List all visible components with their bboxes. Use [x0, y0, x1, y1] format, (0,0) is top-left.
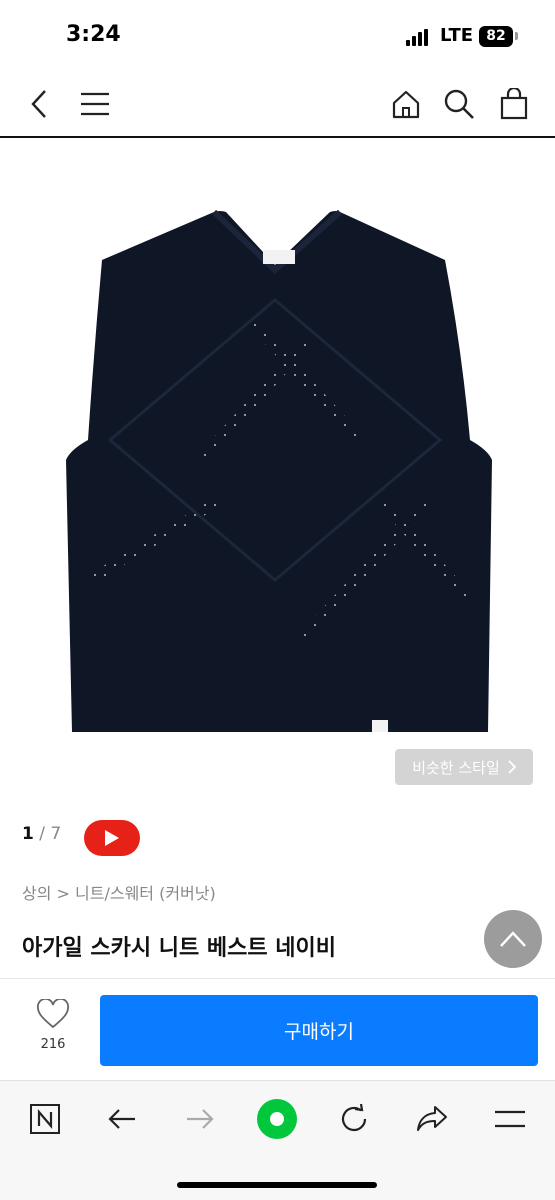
breadcrumb[interactable]: 상의 > 니트/스웨터 (커버낫) — [22, 880, 216, 904]
product-title: 아가일 스카시 니트 베스트 네이비 — [22, 936, 336, 961]
vest-illustration — [66, 209, 492, 732]
like-count: 216 — [40, 1037, 66, 1052]
purchase-bar: 216 구매하기 — [0, 978, 555, 1080]
chevron-right-icon — [508, 760, 516, 774]
play-icon — [105, 830, 119, 846]
home-icon[interactable] — [384, 82, 428, 126]
search-icon[interactable] — [437, 82, 481, 126]
cart-icon[interactable] — [492, 82, 536, 126]
similar-style-label: 비슷한 스타일 — [412, 758, 500, 777]
status-time: 3:24 — [66, 22, 121, 47]
chevron-up-icon — [500, 931, 526, 947]
forward-arrow-icon[interactable] — [178, 1097, 222, 1141]
naver-n-icon[interactable] — [23, 1097, 67, 1141]
status-bar: 3:24 LTE 82 — [0, 0, 555, 72]
like-button[interactable]: 216 — [28, 997, 78, 1063]
back-arrow-icon[interactable] — [100, 1097, 144, 1141]
menu-icon[interactable] — [488, 1097, 532, 1141]
home-indicator — [177, 1182, 377, 1188]
similar-style-button[interactable]: 비슷한 스타일 — [395, 749, 533, 785]
menu-icon[interactable] — [73, 82, 117, 126]
back-icon[interactable] — [18, 82, 62, 126]
buy-button[interactable]: 구매하기 — [100, 995, 538, 1066]
image-pager: 1 / 7 — [22, 824, 61, 844]
scroll-top-button[interactable] — [484, 910, 542, 968]
pager-separator: / — [33, 824, 51, 844]
product-image[interactable] — [0, 140, 555, 800]
refresh-icon[interactable] — [332, 1097, 376, 1141]
pager-total: 7 — [50, 824, 62, 844]
network-label: LTE — [440, 25, 474, 46]
top-nav — [0, 72, 555, 138]
heart-icon — [36, 997, 70, 1029]
green-home-icon[interactable] — [255, 1097, 299, 1141]
youtube-play-button[interactable] — [84, 820, 140, 856]
signal-icon — [406, 29, 434, 46]
battery-icon: 82 — [479, 26, 513, 47]
battery-tip — [515, 32, 518, 40]
pager-current: 1 — [22, 824, 34, 844]
share-icon[interactable] — [410, 1097, 454, 1141]
